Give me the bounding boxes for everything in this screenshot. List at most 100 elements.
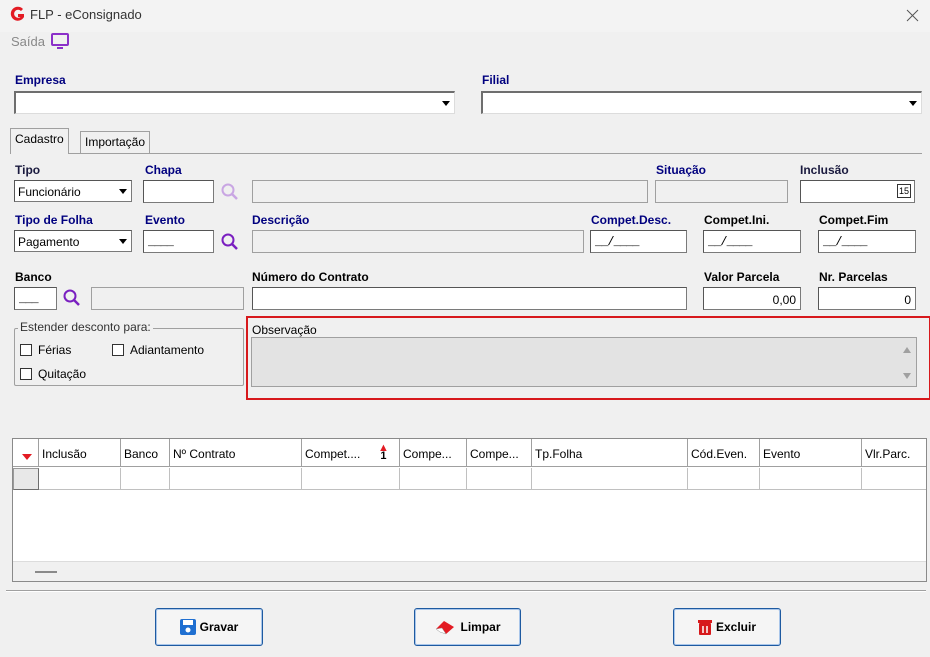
banco-name-display [91, 287, 244, 310]
compet-fim-value: __/____ [823, 235, 867, 249]
grid-col-header[interactable]: Evento [760, 439, 862, 467]
compet-ini-label: Compet.Ini. [704, 213, 770, 227]
numero-contrato-label: Número do Contrato [252, 270, 369, 284]
footer-divider [6, 590, 926, 592]
chapa-label: Chapa [145, 163, 182, 177]
filial-label: Filial [482, 73, 510, 87]
exit-monitor-icon [50, 33, 69, 49]
inclusao-date-input[interactable]: 15 [800, 180, 915, 203]
table-cell[interactable] [688, 468, 760, 490]
excluir-button[interactable]: Excluir [673, 608, 781, 646]
table-cell[interactable] [302, 468, 400, 490]
adiantamento-checkbox-box[interactable] [112, 344, 124, 356]
compet-desc-label: Compet.Desc. [591, 213, 672, 227]
tab-importacao[interactable]: Importação [80, 131, 151, 153]
grid-col-header[interactable]: Cód.Even. [688, 439, 760, 467]
menu-saida[interactable]: Saída [11, 33, 70, 49]
grid-col-header[interactable]: Tp.Folha [532, 439, 688, 467]
valor-parcela-label: Valor Parcela [704, 270, 780, 284]
menu-saida-label: Saída [11, 33, 45, 49]
chapa-input[interactable] [143, 180, 214, 203]
chevron-down-icon[interactable] [116, 233, 129, 249]
trash-icon [697, 620, 712, 635]
descricao-display [252, 230, 584, 253]
sort-indicator-icon: ▲ 1 [378, 442, 389, 462]
valor-parcela-input[interactable]: 0,00 [703, 287, 801, 310]
search-icon[interactable] [220, 232, 240, 252]
compet-desc-value: __/____ [595, 235, 639, 249]
grid-col-header[interactable]: Inclusão [39, 439, 121, 467]
excluir-label: Excluir [715, 620, 757, 634]
table-cell[interactable] [39, 468, 121, 490]
descricao-label: Descrição [252, 213, 310, 227]
table-cell[interactable] [400, 468, 467, 490]
filial-select[interactable] [481, 91, 922, 114]
situacao-display [655, 180, 788, 203]
gravar-button[interactable]: Gravar [155, 608, 263, 646]
adiantamento-checkbox[interactable]: Adiantamento [112, 343, 204, 357]
grid-header: Inclusão Banco Nº Contrato Compet.... ▲ 1… [13, 439, 926, 467]
eraser-icon [435, 621, 455, 635]
valor-parcela-value: 0,00 [772, 293, 796, 307]
quitacao-checkbox[interactable]: Quitação [20, 367, 86, 381]
compet-ini-input[interactable]: __/____ [703, 230, 801, 253]
tipo-select[interactable]: Funcionário [14, 180, 132, 202]
empresa-select[interactable] [14, 91, 455, 114]
numero-contrato-input[interactable] [252, 287, 687, 310]
chapa-name-display [252, 180, 648, 203]
table-cell[interactable] [121, 468, 170, 490]
table-row[interactable] [13, 468, 926, 490]
tipo-folha-select[interactable]: Pagamento [14, 230, 132, 252]
grid-col-header[interactable]: Compe... [400, 439, 467, 467]
grid-footer [13, 561, 926, 581]
grid-footer-handle[interactable] [35, 571, 57, 573]
table-cell[interactable] [862, 468, 926, 490]
banco-label: Banco [15, 270, 52, 284]
tab-cadastro[interactable]: Cadastro [10, 128, 69, 154]
compet-fim-label: Compet.Fim [819, 213, 889, 227]
nr-parcelas-input[interactable]: 0 [818, 287, 916, 310]
table-cell[interactable] [170, 468, 302, 490]
scroll-down-icon[interactable] [902, 372, 912, 380]
grid-col-header[interactable]: Compe... [467, 439, 532, 467]
search-icon[interactable] [220, 182, 240, 202]
grid-col-header[interactable]: Nº Contrato [170, 439, 302, 467]
grid-indicator-icon[interactable] [13, 439, 39, 467]
compet-fim-input[interactable]: __/____ [818, 230, 916, 253]
title-bar: FLP - eConsignado [0, 0, 930, 32]
table-cell[interactable] [760, 468, 862, 490]
tipo-folha-value: Pagamento [18, 235, 80, 249]
tab-cadastro-label: Cadastro [15, 132, 64, 146]
nr-parcelas-label: Nr. Parcelas [819, 270, 888, 284]
banco-input[interactable]: ___ [14, 287, 57, 310]
grid-col-header[interactable]: Vlr.Parc. [862, 439, 926, 467]
chevron-down-icon[interactable] [116, 183, 129, 199]
row-selector[interactable] [13, 468, 39, 490]
chevron-down-icon[interactable] [906, 95, 919, 111]
search-icon[interactable] [62, 288, 82, 308]
table-cell[interactable] [467, 468, 532, 490]
limpar-button[interactable]: Limpar [414, 608, 521, 646]
grid-col-header[interactable]: Compet.... ▲ 1 [302, 439, 400, 467]
banco-value: ___ [19, 292, 39, 306]
adiantamento-label: Adiantamento [130, 343, 205, 357]
evento-label: Evento [145, 213, 186, 227]
close-icon[interactable] [906, 9, 919, 22]
ferias-checkbox-box[interactable] [20, 344, 32, 356]
ferias-checkbox[interactable]: Férias [20, 343, 71, 357]
observacao-textarea[interactable] [251, 337, 917, 387]
chevron-down-icon[interactable] [439, 95, 452, 111]
grid-col-header-label: Compet.... [305, 447, 361, 461]
data-grid[interactable]: Inclusão Banco Nº Contrato Compet.... ▲ 1… [12, 438, 927, 582]
empresa-label: Empresa [15, 73, 66, 87]
scroll-up-icon[interactable] [902, 346, 912, 354]
evento-input[interactable]: ____ [143, 230, 214, 253]
tipo-folha-label: Tipo de Folha [15, 213, 93, 227]
table-cell[interactable] [532, 468, 688, 490]
save-icon [179, 619, 196, 635]
window-title: FLP - eConsignado [30, 7, 142, 22]
compet-desc-input[interactable]: __/____ [590, 230, 687, 253]
grid-col-header[interactable]: Banco [121, 439, 170, 467]
quitacao-checkbox-box[interactable] [20, 368, 32, 380]
calendar-icon[interactable]: 15 [897, 184, 911, 198]
